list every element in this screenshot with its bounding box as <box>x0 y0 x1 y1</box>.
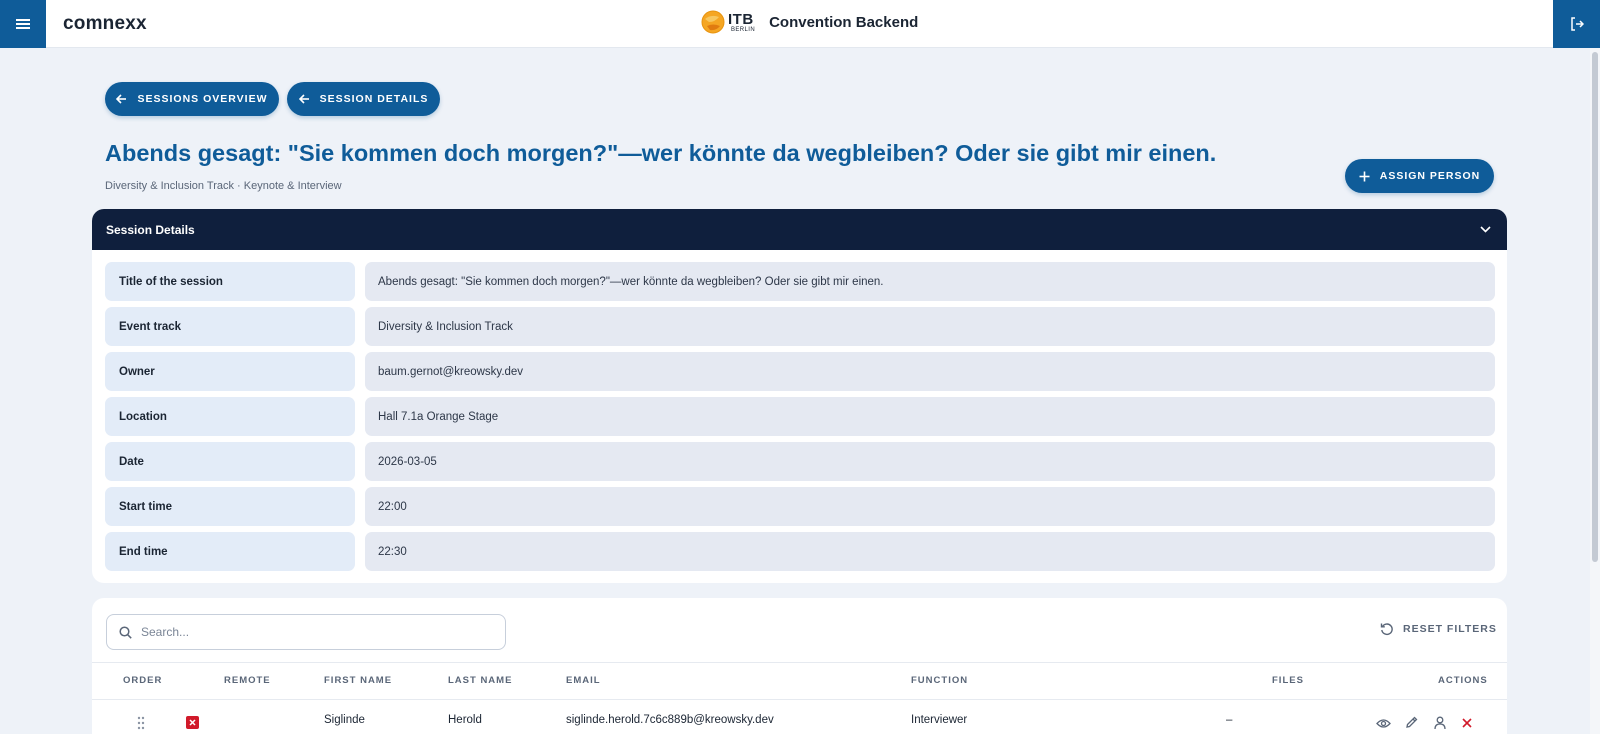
detail-value: baum.gernot@kreowsky.dev <box>365 352 1495 391</box>
cell-email: siglinde.herold.7c6c889b@kreowsky.dev <box>566 714 774 726</box>
cell-files: – <box>1226 714 1233 726</box>
column-header-actions: ACTIONS <box>1438 675 1488 686</box>
table-row: Siglinde Herold siglinde.herold.7c6c889b… <box>92 700 1507 734</box>
plus-icon <box>1359 171 1370 181</box>
detail-row-end-time: End time 22:30 <box>105 532 1495 571</box>
session-details-header[interactable]: Session Details <box>92 209 1507 250</box>
session-details-label: SESSION DETAILS <box>319 93 429 105</box>
sessions-overview-label: SESSIONS OVERVIEW <box>137 93 268 105</box>
event-logo-area: ITB BERLIN Convention Backend <box>701 10 918 34</box>
reset-filters-button[interactable]: RESET FILTERS <box>1380 622 1497 636</box>
column-header-last-name[interactable]: LAST NAME <box>448 675 512 686</box>
search-input[interactable] <box>141 625 481 639</box>
drag-handle-icon[interactable] <box>137 716 145 730</box>
arrow-left-icon <box>298 94 309 104</box>
page-subtitle: Diversity & Inclusion Track · Keynote & … <box>105 180 342 192</box>
detail-row-location: Location Hall 7.1a Orange Stage <box>105 397 1495 436</box>
detail-value: Hall 7.1a Orange Stage <box>365 397 1495 436</box>
detail-key: End time <box>105 532 355 571</box>
cell-function: Interviewer <box>911 714 968 726</box>
detail-row-event-track: Event track Diversity & Inclusion Track <box>105 307 1495 346</box>
edit-pencil-icon[interactable] <box>1405 716 1418 729</box>
page-title: Abends gesagt: "Sie kommen doch morgen?"… <box>105 140 1217 166</box>
sessions-overview-button[interactable]: SESSIONS OVERVIEW <box>105 82 279 116</box>
assigned-persons-panel: RESET FILTERS ORDER REMOTE FIRST NAME LA… <box>92 598 1507 734</box>
logout-icon <box>1570 17 1584 31</box>
arrow-left-icon <box>116 94 127 104</box>
detail-key: Owner <box>105 352 355 391</box>
app-title: Convention Backend <box>769 13 919 31</box>
column-header-email[interactable]: EMAIL <box>566 675 601 686</box>
column-header-first-name[interactable]: FIRST NAME <box>324 675 392 686</box>
scrollbar-thumb[interactable] <box>1592 52 1598 562</box>
hamburger-icon <box>16 19 30 29</box>
detail-row-title: Title of the session Abends gesagt: "Sie… <box>105 262 1495 301</box>
column-header-function[interactable]: FUNCTION <box>911 675 968 686</box>
search-icon <box>119 625 132 639</box>
detail-key: Start time <box>105 487 355 526</box>
person-icon[interactable] <box>1434 716 1446 730</box>
detail-value: Diversity & Inclusion Track <box>365 307 1495 346</box>
detail-value: 22:30 <box>365 532 1495 571</box>
table-header: ORDER REMOTE FIRST NAME LAST NAME EMAIL … <box>92 662 1507 700</box>
remote-false-icon <box>186 716 199 729</box>
detail-key: Location <box>105 397 355 436</box>
detail-key: Event track <box>105 307 355 346</box>
detail-row-owner: Owner baum.gernot@kreowsky.dev <box>105 352 1495 391</box>
reset-icon <box>1380 623 1393 636</box>
itb-logo: ITB BERLIN <box>701 10 755 34</box>
detail-value: 22:00 <box>365 487 1495 526</box>
globe-logo-icon <box>701 10 725 34</box>
column-header-remote[interactable]: REMOTE <box>224 675 271 686</box>
column-header-files[interactable]: FILES <box>1272 675 1304 686</box>
top-bar: comnexx ITB BERLIN Convention Backend <box>0 0 1600 48</box>
logo-berlin-text: BERLIN <box>731 26 756 33</box>
delete-x-icon[interactable] <box>1462 718 1472 728</box>
chevron-down-icon[interactable] <box>1480 226 1491 233</box>
brand-name: comnexx <box>63 13 147 34</box>
assign-person-button[interactable]: ASSIGN PERSON <box>1345 159 1494 193</box>
session-details-panel: Session Details Title of the session Abe… <box>92 209 1507 583</box>
cell-first-name: Siglinde <box>324 714 365 726</box>
menu-button[interactable] <box>0 0 46 48</box>
search-field[interactable] <box>106 614 506 650</box>
logout-button[interactable] <box>1553 0 1600 48</box>
page-scrollbar[interactable] <box>1590 48 1600 734</box>
detail-value: 2026-03-05 <box>365 442 1495 481</box>
session-details-button[interactable]: SESSION DETAILS <box>287 82 440 116</box>
column-header-order[interactable]: ORDER <box>123 675 162 686</box>
cell-last-name: Herold <box>448 714 482 726</box>
detail-key: Title of the session <box>105 262 355 301</box>
view-eye-icon[interactable] <box>1376 718 1391 729</box>
session-details-heading: Session Details <box>106 222 195 237</box>
detail-key: Date <box>105 442 355 481</box>
detail-row-date: Date 2026-03-05 <box>105 442 1495 481</box>
detail-row-start-time: Start time 22:00 <box>105 487 1495 526</box>
logo-itb-text: ITB <box>728 10 754 28</box>
reset-filters-label: RESET FILTERS <box>1403 623 1497 635</box>
assign-person-label: ASSIGN PERSON <box>1379 170 1481 182</box>
detail-value: Abends gesagt: "Sie kommen doch morgen?"… <box>365 262 1495 301</box>
